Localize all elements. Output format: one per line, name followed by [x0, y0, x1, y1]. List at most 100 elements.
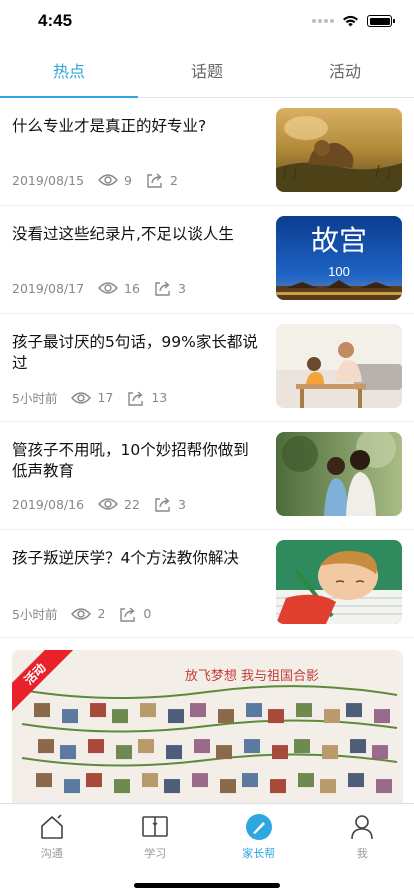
wall-photo — [116, 745, 132, 760]
share-count: 3 — [154, 280, 186, 296]
wall-photo — [376, 779, 392, 794]
wall-photo — [246, 703, 262, 718]
view-count-value: 2 — [97, 606, 106, 621]
article-title: 管孩子不用吼，10个妙招帮你做到低声教育 — [12, 441, 249, 480]
article-title: 没看过这些纪录片,不足以谈人生 — [12, 225, 234, 243]
wall-photo — [36, 773, 52, 788]
view-count-value: 16 — [124, 280, 140, 296]
article-thumbnail — [276, 540, 402, 624]
tab-topics[interactable]: 话题 — [138, 52, 276, 97]
list-item[interactable]: 什么专业才是真正的好专业? 2019/08/15 9 2 — [0, 98, 414, 206]
home-indicator — [134, 883, 280, 888]
share-count: 3 — [154, 496, 186, 512]
wifi-icon — [343, 15, 358, 27]
top-tab-bar: 热点 话题 活动 — [0, 52, 414, 98]
tab-hot[interactable]: 热点 — [0, 52, 138, 98]
wall-photo — [322, 745, 338, 760]
signal-dots-icon — [312, 19, 334, 23]
article-date: 2019/08/16 — [12, 496, 85, 512]
wall-photo — [64, 779, 80, 794]
share-icon — [120, 606, 136, 622]
wall-photo — [112, 709, 128, 724]
article-meta: 5小时前 2 0 — [12, 604, 165, 623]
wall-photo — [142, 773, 158, 788]
house-icon — [40, 814, 63, 839]
article-thumbnail — [276, 432, 402, 516]
wall-photo — [38, 739, 54, 754]
article-title: 什么专业才是真正的好专业? — [12, 117, 207, 135]
forbidden-city-poster: 故宫 100 — [276, 216, 402, 300]
view-count-value: 22 — [124, 496, 140, 512]
list-item[interactable]: 没看过这些纪录片,不足以谈人生 2019/08/17 16 3 故宫 100 — [0, 206, 414, 314]
photo-wall-activity-banner: 放飞梦想 我与祖国合影 — [12, 650, 403, 805]
status-time: 4:45 — [38, 11, 73, 30]
battery-icon — [367, 15, 395, 27]
person-icon — [351, 815, 374, 840]
eye-icon — [98, 174, 118, 186]
banner-slogan: 放飞梦想 我与祖国合影 — [185, 668, 319, 684]
wall-photo — [168, 709, 184, 724]
view-count: 17 — [71, 390, 113, 405]
wall-photo — [90, 703, 106, 718]
article-thumbnail — [276, 108, 402, 192]
share-count-value: 0 — [143, 606, 152, 621]
share-count: 2 — [146, 172, 178, 188]
article-thumbnail: 故宫 100 — [276, 216, 402, 300]
wall-photo — [140, 703, 156, 718]
article-date: 2019/08/15 — [12, 172, 85, 188]
article-date: 2019/08/17 — [12, 280, 85, 296]
nav-item-parents-help[interactable]: 家长帮 — [207, 804, 311, 862]
article-title: 孩子叛逆厌学？4个方法教你解决 — [12, 549, 239, 567]
status-bar: 4:45 — [0, 0, 414, 44]
wall-photo — [348, 773, 364, 788]
share-count: 13 — [127, 390, 167, 406]
wall-photo — [346, 703, 362, 718]
view-count: 16 — [98, 281, 140, 296]
nav-label: 学习 — [144, 847, 167, 860]
list-item[interactable]: 管孩子不用吼，10个妙招帮你做到低声教育 2019/08/16 22 3 — [0, 422, 414, 530]
article-date: 5小时前 — [12, 607, 58, 622]
view-count: 2 — [71, 606, 105, 621]
wall-photo — [88, 739, 104, 754]
wall-photo — [34, 703, 50, 718]
tab-activities[interactable]: 活动 — [276, 52, 414, 97]
article-thumbnail — [276, 324, 402, 408]
poster-title: 故宫 — [311, 224, 367, 257]
share-count-value: 2 — [170, 172, 178, 188]
nav-item-study[interactable]: 学习 — [104, 804, 208, 862]
activity-banner[interactable]: 放飞梦想 我与祖国合影 活动 — [12, 650, 403, 805]
nav-item-communicate[interactable]: 沟通 — [0, 804, 104, 862]
article-title: 孩子最讨厌的5句话，99%家长都说过 — [12, 333, 258, 372]
wall-photo — [194, 739, 210, 754]
nav-label: 我 — [356, 847, 368, 860]
wall-photo — [268, 709, 284, 724]
eye-icon — [98, 282, 118, 294]
book-icon — [142, 816, 169, 837]
mother-and-daughter-outdoor-photo — [276, 432, 402, 516]
wall-photo — [298, 773, 314, 788]
article-meta: 5小时前 17 13 — [12, 388, 181, 407]
nav-item-me[interactable]: 我 — [311, 804, 414, 862]
compass-icon — [245, 814, 272, 840]
bottom-navigation: 沟通 学习 家长帮 我 — [0, 803, 414, 896]
share-count-value: 13 — [151, 390, 168, 405]
status-icons — [312, 15, 395, 27]
share-icon — [147, 173, 162, 188]
view-count-value: 17 — [97, 390, 114, 405]
wall-photo — [272, 745, 288, 760]
list-item[interactable]: 孩子叛逆厌学？4个方法教你解决 5小时前 2 0 — [0, 530, 414, 638]
article-meta: 2019/08/15 9 2 — [12, 172, 192, 188]
wall-photo — [372, 745, 388, 760]
wall-photo — [114, 779, 130, 794]
mother-and-child-photo — [276, 324, 402, 408]
wall-photo — [320, 779, 336, 794]
nav-label: 沟通 — [40, 847, 63, 860]
view-count: 22 — [98, 497, 140, 512]
eye-icon — [98, 498, 118, 510]
list-item[interactable]: 孩子最讨厌的5句话，99%家长都说过 5小时前 17 13 — [0, 314, 414, 422]
article-meta: 2019/08/16 22 3 — [12, 496, 200, 512]
wall-photo — [192, 773, 208, 788]
share-icon — [128, 390, 144, 406]
wall-photo — [244, 739, 260, 754]
view-count-value: 9 — [124, 172, 132, 188]
